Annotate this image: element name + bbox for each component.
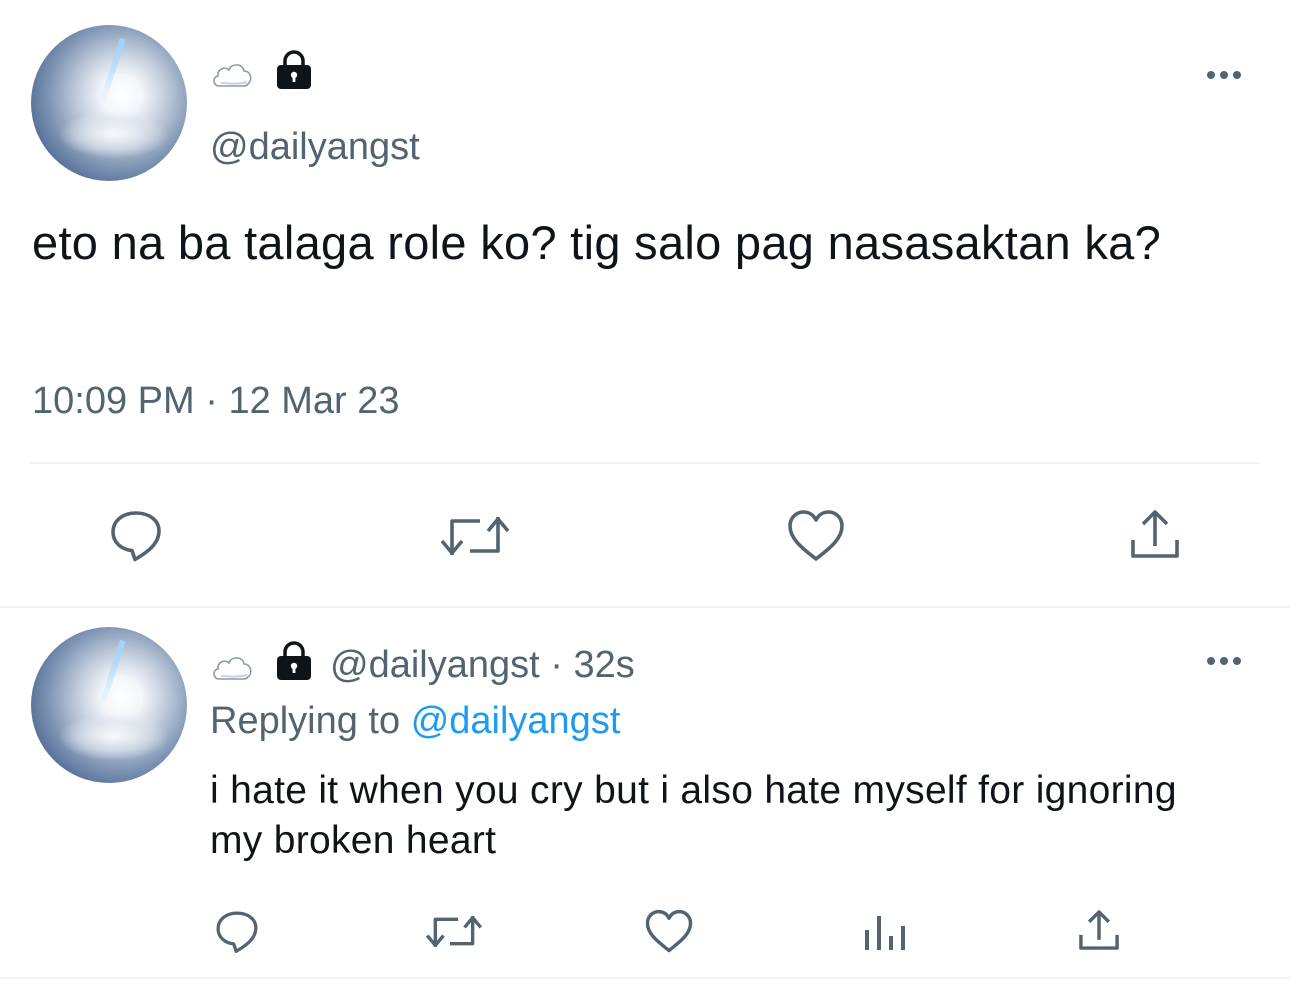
reply-button[interactable] xyxy=(214,909,260,955)
share-icon xyxy=(1131,510,1179,558)
like-icon xyxy=(788,510,844,561)
reply-icon xyxy=(111,511,161,562)
reply-text: i hate it when you cry but i also hate m… xyxy=(210,769,1177,862)
more-options-icon[interactable] xyxy=(1207,657,1241,665)
reply-icon xyxy=(216,911,258,953)
views-button[interactable] xyxy=(862,912,906,952)
like-button[interactable] xyxy=(645,909,693,954)
like-icon xyxy=(645,909,693,953)
retweet-button[interactable] xyxy=(424,911,484,952)
tweet-date: 12 Mar 23 xyxy=(228,380,400,422)
reply-button[interactable] xyxy=(108,508,164,564)
replying-mention-link[interactable]: @dailyangst xyxy=(411,700,621,742)
replying-to: Replying to @dailyangst xyxy=(210,700,620,743)
retweet-button[interactable] xyxy=(438,511,512,561)
reply-avatar[interactable] xyxy=(31,627,187,783)
like-button[interactable] xyxy=(787,509,845,563)
tweet-timestamp[interactable]: 10:09 PM · 12 Mar 23 xyxy=(32,380,400,423)
share-button[interactable] xyxy=(1076,907,1122,953)
avatar[interactable] xyxy=(31,25,187,181)
tweet-text: eto na ba talaga role ko? tig salo pag n… xyxy=(32,216,1162,269)
retweet-icon xyxy=(425,916,483,947)
lock-icon xyxy=(277,641,311,680)
lock-icon xyxy=(277,50,311,89)
tweet-time: 10:09 PM xyxy=(32,380,195,422)
cloud-emoji-icon xyxy=(213,64,252,87)
separator-dot: · xyxy=(550,644,563,686)
reply-age[interactable]: 32s xyxy=(573,644,634,686)
divider xyxy=(0,606,1290,608)
retweet-icon xyxy=(440,517,510,555)
replying-prefix: Replying to xyxy=(210,700,401,742)
divider xyxy=(0,977,1290,979)
share-button[interactable] xyxy=(1127,506,1183,562)
divider xyxy=(30,462,1260,464)
share-icon xyxy=(1079,910,1119,950)
tweet-handle[interactable]: @dailyangst xyxy=(210,126,420,169)
reply-handle[interactable]: @dailyangst xyxy=(330,644,540,686)
reply-meta: @dailyangst · 32s xyxy=(330,644,635,687)
separator-dot: · xyxy=(205,380,218,422)
cloud-emoji-icon xyxy=(213,657,252,680)
more-options-icon[interactable] xyxy=(1207,71,1241,79)
views-icon xyxy=(865,916,905,950)
